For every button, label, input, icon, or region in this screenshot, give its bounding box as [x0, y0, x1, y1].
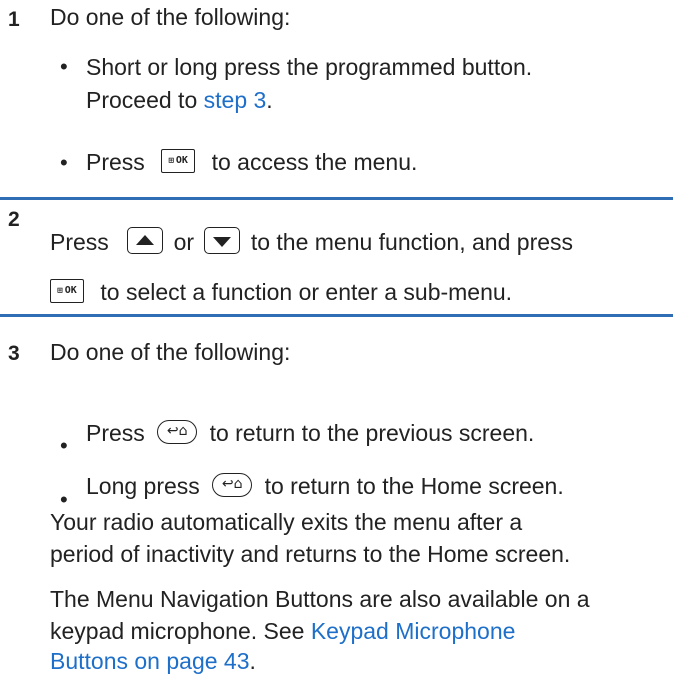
long-press-text: Long press — [86, 473, 200, 499]
step-1-intro: Do one of the following: — [50, 4, 291, 30]
up-arrow-key-icon — [127, 227, 164, 255]
divider — [0, 314, 673, 317]
step-2-line-1: Press or to the menu function, and press — [50, 226, 573, 259]
period: . — [249, 648, 256, 674]
bullet: • — [60, 54, 68, 79]
step-2-line-2: ⊞ OK to select a function or enter a sub-… — [50, 276, 512, 309]
press-text: Press — [50, 229, 109, 255]
keypad-mic-text: keypad microphone. See — [50, 618, 311, 644]
step-number-2: 2 — [8, 208, 20, 231]
step-1-item-1-proceed-text: Proceed to — [86, 87, 204, 113]
step-1-item-2: Press ⊞ OK to access the menu. — [86, 146, 417, 179]
step-number-1: 1 — [8, 8, 20, 31]
step-number-3: 3 — [8, 342, 20, 365]
return-home-text: to return to the Home screen. — [264, 473, 564, 499]
back-home-key-icon: ↩︎⌂ — [212, 472, 253, 497]
select-function-text: to select a function or enter a sub-menu… — [100, 279, 513, 305]
step-1-item-1-line-2: Proceed to step 3. — [86, 84, 273, 117]
down-arrow-key-icon — [204, 227, 241, 255]
step-3-item-1: Press ↩︎⌂ to return to the previous scre… — [86, 417, 534, 450]
menu-function-text: to the menu function, and press — [250, 229, 574, 255]
step-1-item-1-line-1: Short or long press the programmed butto… — [86, 54, 533, 80]
auto-exit-line-1: Your radio automatically exits the menu … — [50, 509, 523, 535]
menu-ok-key-icon: ⊞ OK — [50, 278, 84, 303]
keypad-mic-line-2: keypad microphone. See Keypad Microphone — [50, 615, 515, 648]
keypad-microphone-buttons-link[interactable]: Buttons on page 43 — [50, 648, 250, 674]
keypad-mic-line-1: The Menu Navigation Buttons are also ava… — [50, 586, 590, 612]
access-menu-text: to access the menu. — [211, 149, 418, 175]
bullet: • — [60, 150, 68, 175]
return-previous-text: to return to the previous screen. — [209, 420, 535, 446]
bullet: • — [60, 433, 68, 458]
step-3-link[interactable]: step 3 — [204, 87, 267, 113]
back-home-key-icon: ↩︎⌂ — [157, 419, 198, 444]
menu-ok-key-icon: ⊞ OK — [161, 148, 196, 173]
keypad-microphone-buttons-link[interactable]: Keypad Microphone — [311, 618, 516, 644]
step-3-item-2: Long press ↩︎⌂ to return to the Home scr… — [86, 470, 564, 503]
period: . — [266, 87, 273, 113]
or-text: or — [173, 229, 195, 255]
press-text: Press — [86, 420, 145, 446]
auto-exit-line-2: period of inactivity and returns to the … — [50, 541, 571, 567]
step-3-intro: Do one of the following: — [50, 339, 291, 365]
divider — [0, 197, 673, 200]
keypad-mic-line-3: Buttons on page 43. — [50, 645, 256, 678]
press-text: Press — [86, 149, 145, 175]
